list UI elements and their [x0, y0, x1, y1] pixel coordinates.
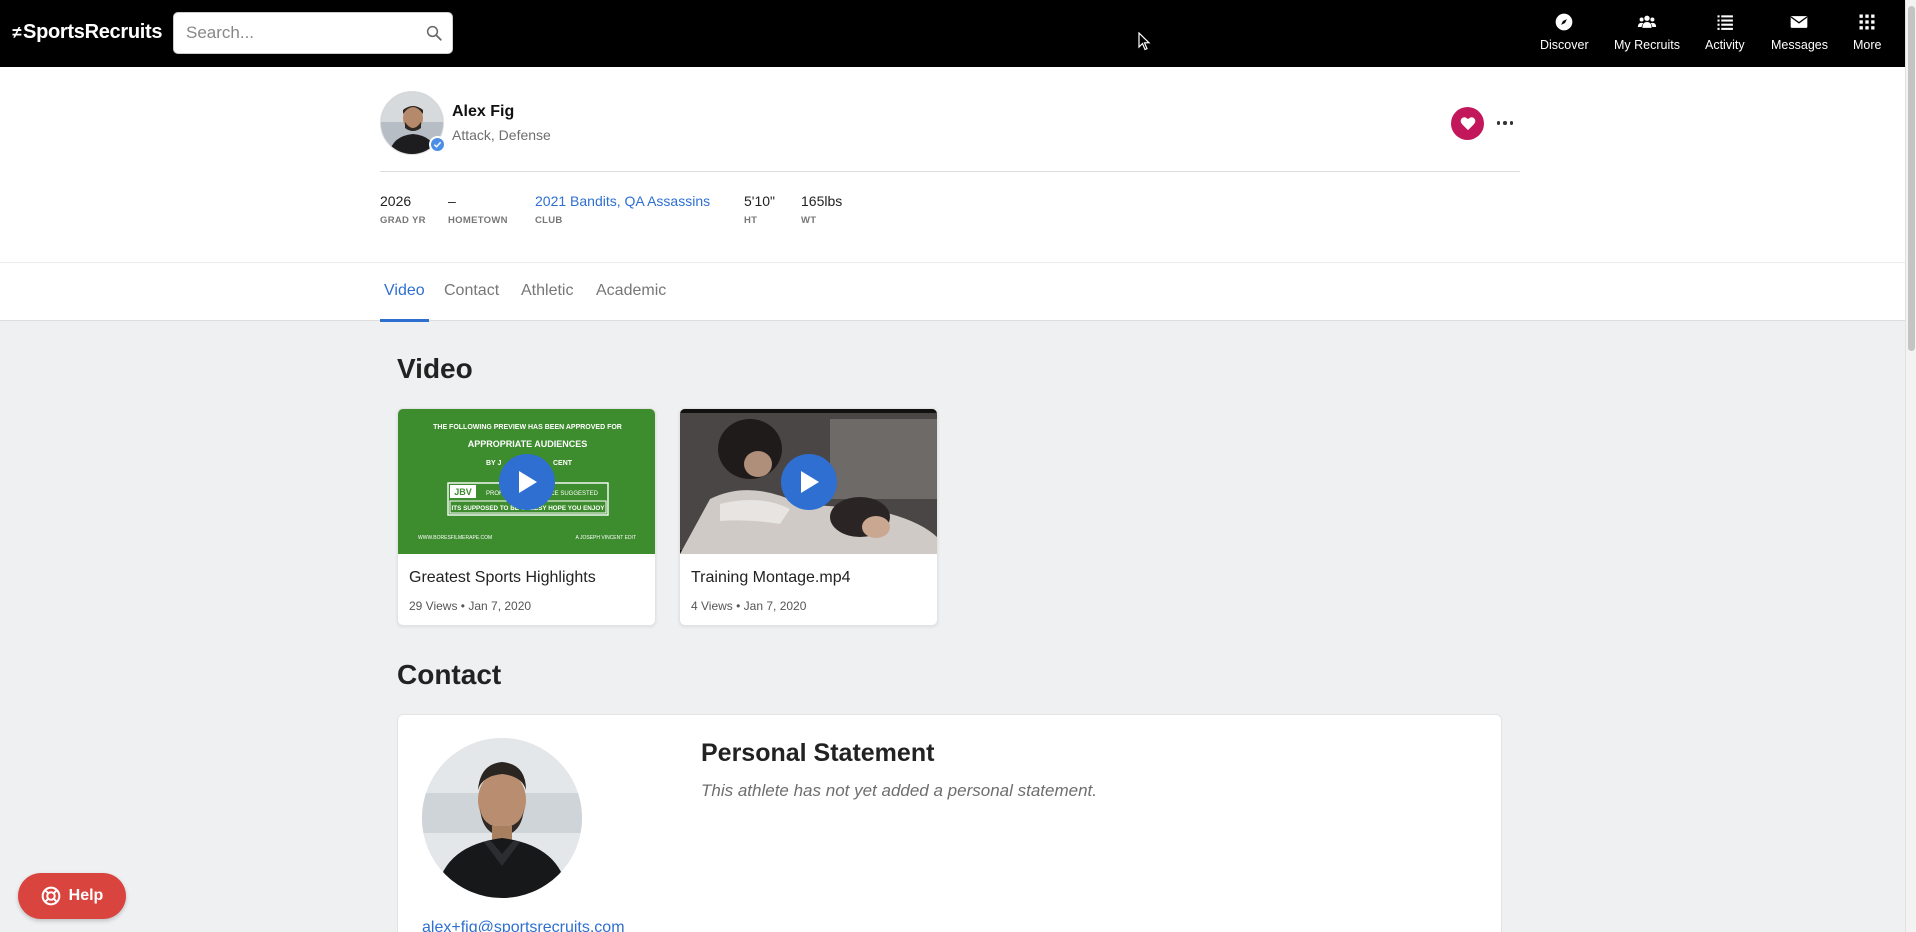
video-meta: 29 Views • Jan 7, 2020: [409, 599, 532, 613]
logo-mark: ≠: [12, 22, 22, 42]
stat-label: HT: [744, 215, 758, 226]
help-label: Help: [68, 887, 104, 904]
video-card[interactable]: THE FOLLOWING PREVIEW HAS BEEN APPROVED …: [397, 408, 656, 626]
nav-more-label: More: [1853, 38, 1882, 52]
nav-my-recruits-label: My Recruits: [1614, 38, 1680, 52]
people-icon: [1637, 15, 1657, 28]
contact-card: Personal Statement This athlete has not …: [397, 714, 1502, 932]
thumb-line1: THE FOLLOWING PREVIEW HAS BEEN APPROVED …: [433, 424, 622, 431]
envelope-icon: [1791, 16, 1808, 28]
page-scrollbar[interactable]: [1905, 0, 1916, 932]
thumb-footer-left: WWW.BORESFILMERAPE.COM: [418, 535, 492, 541]
search-icon[interactable]: [425, 24, 443, 42]
favorite-button[interactable]: [1451, 107, 1484, 140]
stat-value: 2026: [380, 193, 412, 209]
stat-value: –: [448, 193, 456, 209]
stat-label: HOMETOWN: [448, 215, 508, 226]
tab-athletic[interactable]: Athletic: [521, 282, 573, 322]
contact-section-title: Contact: [397, 659, 502, 690]
search-input[interactable]: [174, 13, 414, 53]
nav-discover[interactable]: Discover: [1540, 12, 1589, 52]
video-meta: 4 Views • Jan 7, 2020: [691, 599, 807, 613]
personal-statement-title: Personal Statement: [701, 739, 935, 767]
tab-contact[interactable]: Contact: [444, 282, 499, 322]
nav-activity[interactable]: Activity: [1705, 12, 1745, 52]
thumb-line2: APPROPRIATE AUDIENCES: [468, 439, 588, 449]
more-options-button[interactable]: [1494, 113, 1516, 133]
thumb-rating1b: NCE SUGGESTED: [546, 491, 599, 497]
video-thumbnail[interactable]: [680, 409, 937, 554]
nav-more[interactable]: More: [1853, 12, 1881, 52]
athlete-name: Alex Fig: [452, 103, 515, 120]
play-button[interactable]: [780, 453, 837, 510]
video-card[interactable]: Training Montage.mp4 4 Views • Jan 7, 20…: [679, 408, 938, 626]
contact-avatar: [422, 738, 582, 898]
stat-value: 165lbs: [801, 193, 843, 209]
grid-icon: [1859, 14, 1875, 30]
club-link[interactable]: 2021 Bandits, QA Assassins: [535, 193, 710, 209]
nav-discover-label: Discover: [1540, 38, 1589, 52]
thumb-line3: BY J: [486, 460, 502, 467]
video-title[interactable]: Training Montage.mp4: [691, 569, 851, 587]
video-section-title: Video: [397, 353, 473, 384]
stat-label: CLUB: [535, 215, 563, 226]
nav-my-recruits[interactable]: My Recruits: [1614, 12, 1680, 52]
athlete-photo-large: [422, 738, 582, 898]
personal-statement-text: This athlete has not yet added a persona…: [701, 781, 1097, 800]
sportsrecruits-logo[interactable]: ≠ SportsRecruits: [12, 21, 163, 44]
tab-academic[interactable]: Academic: [596, 282, 666, 322]
stat-hometown: – HOMETOWN: [448, 193, 508, 226]
play-button[interactable]: [498, 453, 555, 510]
stat-height: 5'10" HT: [744, 193, 775, 226]
stat-value: 5'10": [744, 193, 776, 209]
profile-divider: [380, 171, 1520, 172]
play-icon: [518, 470, 537, 493]
stat-grad-year: 2026 GRAD YR: [380, 193, 426, 226]
heart-icon: [1460, 117, 1475, 131]
scrollbar-thumb[interactable]: [1908, 6, 1915, 351]
video-thumbnail[interactable]: THE FOLLOWING PREVIEW HAS BEEN APPROVED …: [398, 409, 655, 554]
verified-badge-icon: [429, 136, 446, 153]
email-link[interactable]: alex+fig@sportsrecruits.com: [422, 919, 625, 932]
stat-label: WT: [801, 215, 817, 226]
nav-messages-label: Messages: [1771, 38, 1828, 52]
profile-header: Alex Fig Attack, Defense 2026 GRAD YR – …: [0, 67, 1905, 262]
nav-activity-label: Activity: [1705, 38, 1745, 52]
tab-video[interactable]: Video: [380, 282, 429, 322]
video-title[interactable]: Greatest Sports Highlights: [409, 569, 596, 587]
more-dots-icon: [1496, 121, 1501, 125]
thumb-badge: JBV: [454, 487, 472, 497]
nav-messages[interactable]: Messages: [1771, 12, 1828, 52]
top-navbar: ≠ SportsRecruits Discover My Recruits: [0, 0, 1905, 67]
help-button[interactable]: Help: [18, 873, 126, 919]
compass-icon: [1555, 13, 1573, 31]
profile-tabs: Video Contact Athletic Academic: [0, 262, 1905, 322]
thumb-footer-right: A JOSEPH VINCENT EDIT: [576, 535, 636, 541]
mouse-cursor-icon: [1138, 32, 1151, 51]
logo-text: SportsRecruits: [23, 21, 163, 43]
stat-club: 2021 Bandits, QA Assassins CLUB: [535, 193, 710, 226]
stat-weight: 165lbs WT: [801, 193, 842, 226]
thumb-line3b: CENT: [553, 460, 573, 467]
stat-label: GRAD YR: [380, 215, 426, 226]
athlete-positions: Attack, Defense: [452, 127, 551, 143]
help-icon: [41, 886, 60, 906]
list-icon: [1717, 15, 1733, 30]
search-box: [173, 12, 453, 54]
play-icon: [800, 470, 819, 493]
